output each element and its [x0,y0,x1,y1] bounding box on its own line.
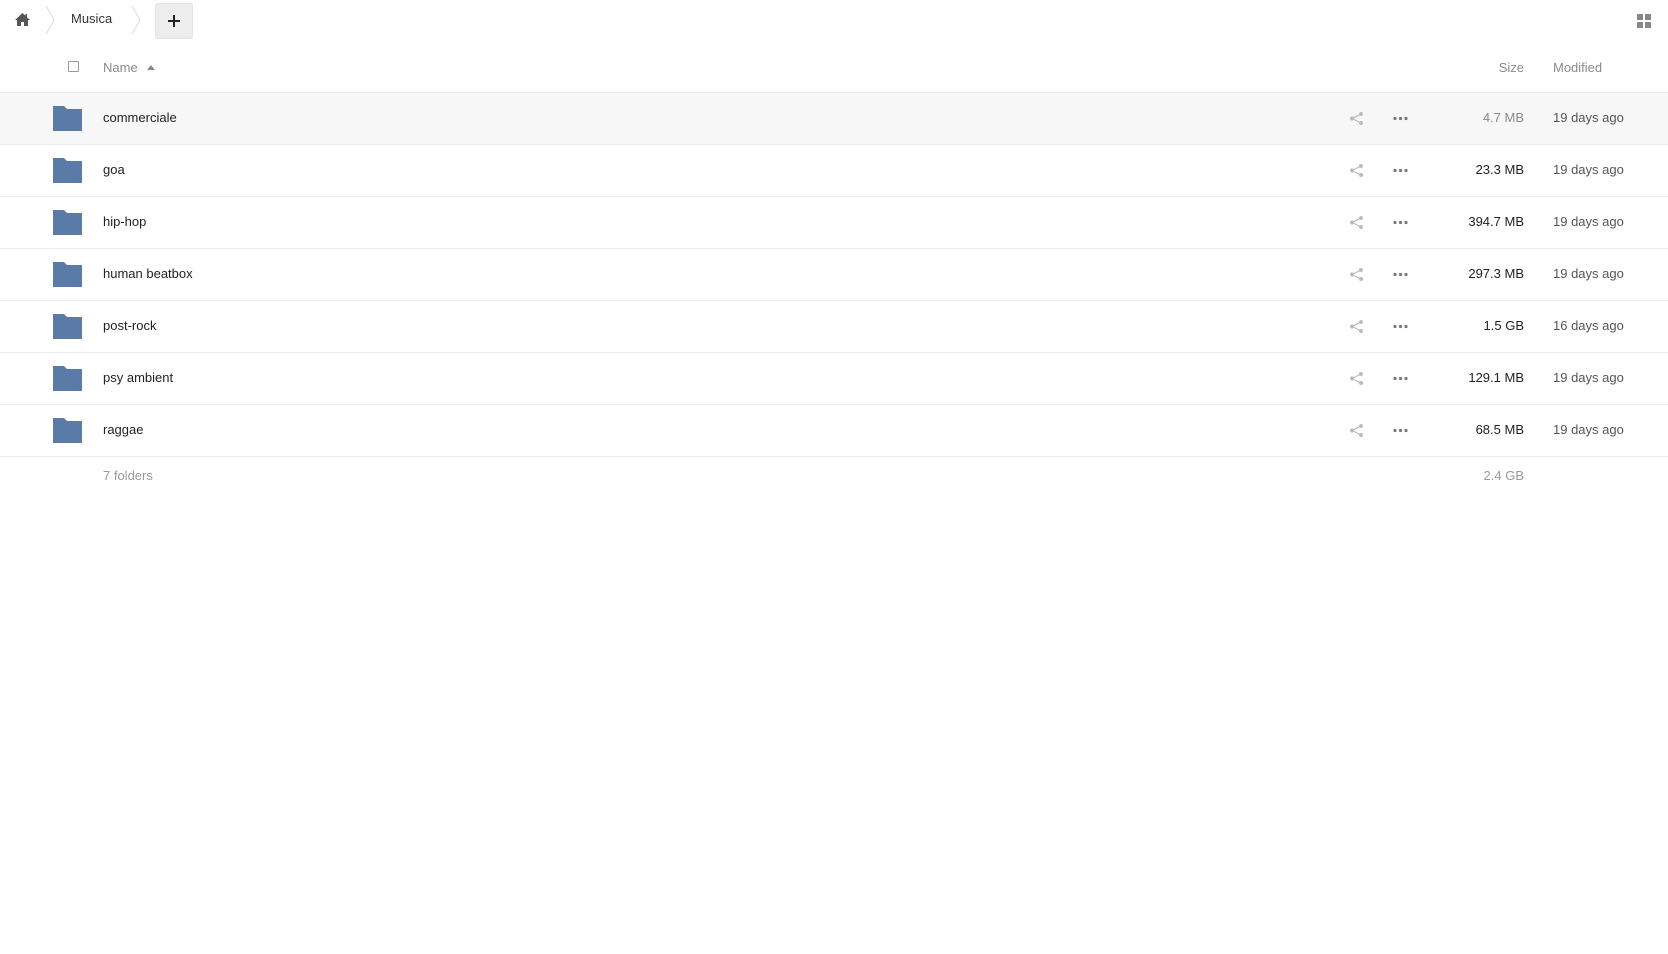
file-name[interactable]: human beatbox [103,266,193,281]
folder-icon [53,210,82,235]
column-header-modified[interactable]: Modified [1553,60,1602,75]
file-name[interactable]: raggae [103,422,143,437]
select-all-checkbox[interactable] [68,61,79,72]
share-icon[interactable] [1349,371,1364,386]
folder-icon [53,158,82,183]
table-row[interactable]: psy ambient 129.1 MB 19 days ago [0,353,1668,405]
folder-icon [53,106,82,131]
share-icon[interactable] [1349,163,1364,178]
table-header: Name Size Modified [0,44,1668,93]
table-row[interactable]: human beatbox 297.3 MB 19 days ago [0,249,1668,301]
file-name[interactable]: hip-hop [103,214,146,229]
more-icon[interactable] [1392,111,1409,126]
breadcrumb-separator-icon [131,5,141,35]
share-icon[interactable] [1349,267,1364,282]
table-row[interactable]: raggae 68.5 MB 19 days ago [0,405,1668,457]
file-list: commerciale 4.7 MB 19 days ago goa 23.3 … [0,93,1668,457]
file-modified: 19 days ago [1553,214,1624,229]
table-row[interactable]: commerciale 4.7 MB 19 days ago [0,93,1668,145]
share-icon[interactable] [1349,111,1364,126]
share-icon[interactable] [1349,319,1364,334]
summary-count: 7 folders [103,468,153,483]
folder-icon [53,418,82,443]
more-icon[interactable] [1392,423,1409,438]
file-size: 1.5 GB [1483,318,1524,333]
share-icon[interactable] [1349,423,1364,438]
sort-ascending-icon [147,65,155,70]
table-row[interactable]: goa 23.3 MB 19 days ago [0,145,1668,197]
top-bar: Musica [0,0,1668,40]
breadcrumb-separator-icon [45,5,55,35]
plus-icon [168,15,180,27]
file-name[interactable]: post-rock [103,318,156,333]
folder-icon [53,314,82,339]
file-modified: 16 days ago [1553,318,1624,333]
folder-icon [53,366,82,391]
file-name[interactable]: psy ambient [103,370,173,385]
file-name[interactable]: goa [103,162,125,177]
more-icon[interactable] [1392,267,1409,282]
table-row[interactable]: hip-hop 394.7 MB 19 days ago [0,197,1668,249]
file-modified: 19 days ago [1553,162,1624,177]
summary-row: 7 folders 2.4 GB [0,468,1668,498]
more-icon[interactable] [1392,163,1409,178]
more-icon[interactable] [1392,371,1409,386]
file-modified: 19 days ago [1553,422,1624,437]
share-icon[interactable] [1349,215,1364,230]
new-button[interactable] [155,3,193,39]
file-size: 394.7 MB [1468,214,1524,229]
file-size: 23.3 MB [1475,162,1524,177]
home-icon[interactable] [13,10,31,28]
grid-view-icon[interactable] [1636,13,1652,29]
file-modified: 19 days ago [1553,266,1624,281]
file-modified: 19 days ago [1553,370,1624,385]
summary-total-size: 2.4 GB [1483,468,1524,483]
folder-icon [53,262,82,287]
file-size: 68.5 MB [1475,422,1524,437]
more-icon[interactable] [1392,319,1409,334]
file-size: 129.1 MB [1468,370,1524,385]
more-icon[interactable] [1392,215,1409,230]
file-size: 297.3 MB [1468,266,1524,281]
file-size: 4.7 MB [1482,110,1524,125]
column-header-size[interactable]: Size [1499,60,1524,75]
breadcrumb-current[interactable]: Musica [71,11,112,26]
file-modified: 19 days ago [1553,110,1624,125]
column-header-name[interactable]: Name [103,60,138,75]
file-name[interactable]: commerciale [103,110,177,125]
table-row[interactable]: post-rock 1.5 GB 16 days ago [0,301,1668,353]
